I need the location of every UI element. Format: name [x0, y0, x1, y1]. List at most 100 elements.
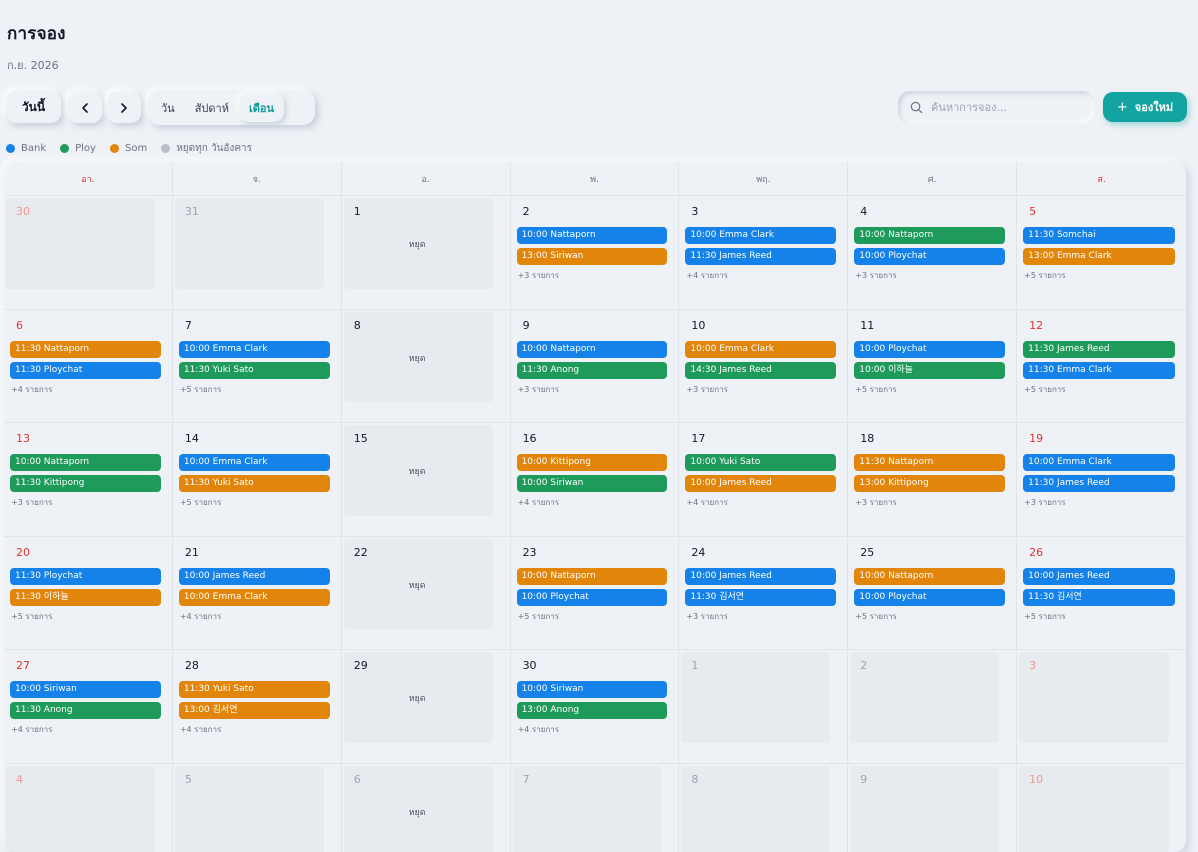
booking-chip[interactable]: 10:00 Nattaporn: [517, 341, 668, 358]
booking-chip[interactable]: 10:00 James Reed: [685, 475, 836, 492]
search-input[interactable]: [931, 101, 1081, 114]
day-cell[interactable]: 511:30 Somchai13:00 Emma Clark+5 รายการ: [1017, 196, 1186, 310]
tab-week-view[interactable]: สัปดาห์: [185, 93, 239, 122]
more-bookings-link[interactable]: +5 รายการ: [179, 496, 330, 509]
day-cell[interactable]: 7: [511, 764, 680, 852]
booking-chip[interactable]: 13:00 Anong: [517, 702, 668, 719]
day-cell[interactable]: 410:00 Nattaporn10:00 Ploychat+3 รายการ: [848, 196, 1017, 310]
day-cell[interactable]: 30: [4, 196, 173, 310]
booking-chip[interactable]: 11:30 James Reed: [1023, 341, 1175, 358]
day-cell[interactable]: 6หยุด: [342, 764, 511, 852]
booking-chip[interactable]: 11:30 김서연: [685, 589, 836, 606]
day-cell[interactable]: 2: [848, 650, 1017, 764]
booking-chip[interactable]: 10:00 Ploychat: [854, 248, 1005, 265]
more-bookings-link[interactable]: +3 รายการ: [685, 383, 836, 396]
tab-day-view[interactable]: วัน: [151, 93, 185, 122]
booking-chip[interactable]: 10:00 Emma Clark: [1023, 454, 1175, 471]
booking-chip[interactable]: 10:00 Emma Clark: [685, 227, 836, 244]
more-bookings-link[interactable]: +4 รายการ: [685, 269, 836, 282]
booking-chip[interactable]: 10:00 Ploychat: [517, 589, 668, 606]
day-cell[interactable]: 2610:00 James Reed11:30 김서연+5 รายการ: [1017, 537, 1186, 651]
booking-chip[interactable]: 10:00 James Reed: [179, 568, 330, 585]
booking-chip[interactable]: 13:00 김서연: [179, 702, 330, 719]
day-cell[interactable]: 31: [173, 196, 342, 310]
booking-chip[interactable]: 10:00 Ploychat: [854, 341, 1005, 358]
booking-chip[interactable]: 11:30 Anong: [517, 362, 668, 379]
booking-chip[interactable]: 10:00 Kittipong: [517, 454, 668, 471]
day-cell[interactable]: 5: [173, 764, 342, 852]
previous-month-button[interactable]: [68, 92, 102, 123]
day-cell[interactable]: 611:30 Nattaporn11:30 Ploychat+4 รายการ: [4, 310, 173, 424]
more-bookings-link[interactable]: +5 รายการ: [1023, 269, 1175, 282]
booking-chip[interactable]: 10:00 Ploychat: [854, 589, 1005, 606]
day-cell[interactable]: 1010:00 Emma Clark14:30 James Reed+3 ราย…: [679, 310, 848, 424]
day-cell[interactable]: 9: [848, 764, 1017, 852]
day-cell[interactable]: 310:00 Emma Clark11:30 James Reed+4 รายก…: [679, 196, 848, 310]
booking-chip[interactable]: 10:00 Nattaporn: [517, 227, 668, 244]
booking-chip[interactable]: 10:00 James Reed: [685, 568, 836, 585]
day-cell[interactable]: 29หยุด: [342, 650, 511, 764]
booking-chip[interactable]: 10:00 Emma Clark: [685, 341, 836, 358]
day-cell[interactable]: 22หยุด: [342, 537, 511, 651]
booking-chip[interactable]: 10:00 Emma Clark: [179, 589, 330, 606]
booking-chip[interactable]: 11:30 James Reed: [1023, 475, 1175, 492]
more-bookings-link[interactable]: +4 รายการ: [517, 723, 668, 736]
today-button[interactable]: วันนี้: [6, 91, 61, 123]
booking-chip[interactable]: 14:30 James Reed: [685, 362, 836, 379]
day-cell[interactable]: 1710:00 Yuki Sato10:00 James Reed+4 รายก…: [679, 423, 848, 537]
more-bookings-link[interactable]: +4 รายการ: [179, 610, 330, 623]
booking-chip[interactable]: 11:30 Yuki Sato: [179, 475, 330, 492]
booking-chip[interactable]: 10:00 Nattaporn: [854, 227, 1005, 244]
more-bookings-link[interactable]: +5 รายการ: [854, 383, 1005, 396]
day-cell[interactable]: 2710:00 Siriwan11:30 Anong+4 รายการ: [4, 650, 173, 764]
booking-chip[interactable]: 10:00 Emma Clark: [179, 454, 330, 471]
day-cell[interactable]: 1410:00 Emma Clark11:30 Yuki Sato+5 รายก…: [173, 423, 342, 537]
booking-chip[interactable]: 10:00 James Reed: [1023, 568, 1175, 585]
day-cell[interactable]: 4: [4, 764, 173, 852]
tab-month-view[interactable]: เดือน: [239, 93, 284, 122]
day-cell[interactable]: 710:00 Emma Clark11:30 Yuki Sato+5 รายกา…: [173, 310, 342, 424]
day-cell[interactable]: 2310:00 Nattaporn10:00 Ploychat+5 รายการ: [511, 537, 680, 651]
day-cell[interactable]: 2410:00 James Reed11:30 김서연+3 รายการ: [679, 537, 848, 651]
booking-chip[interactable]: 11:30 Ploychat: [10, 568, 161, 585]
booking-chip[interactable]: 11:30 Nattaporn: [854, 454, 1005, 471]
booking-chip[interactable]: 11:30 James Reed: [685, 248, 836, 265]
day-cell[interactable]: 2811:30 Yuki Sato13:00 김서연+4 รายการ: [173, 650, 342, 764]
booking-chip[interactable]: 11:30 Somchai: [1023, 227, 1175, 244]
day-cell[interactable]: 2510:00 Nattaporn10:00 Ploychat+5 รายการ: [848, 537, 1017, 651]
booking-chip[interactable]: 10:00 Nattaporn: [854, 568, 1005, 585]
day-cell[interactable]: 1หยุด: [342, 196, 511, 310]
more-bookings-link[interactable]: +3 รายการ: [685, 610, 836, 623]
day-cell[interactable]: 1610:00 Kittipong10:00 Siriwan+4 รายการ: [511, 423, 680, 537]
more-bookings-link[interactable]: +4 รายการ: [10, 383, 161, 396]
next-month-button[interactable]: [107, 92, 141, 123]
booking-chip[interactable]: 10:00 Siriwan: [10, 681, 161, 698]
booking-chip[interactable]: 11:30 Yuki Sato: [179, 681, 330, 698]
day-cell[interactable]: 3010:00 Siriwan13:00 Anong+4 รายการ: [511, 650, 680, 764]
booking-chip[interactable]: 11:30 이하늘: [10, 589, 161, 606]
more-bookings-link[interactable]: +5 รายการ: [1023, 383, 1175, 396]
booking-chip[interactable]: 13:00 Siriwan: [517, 248, 668, 265]
day-cell[interactable]: 15หยุด: [342, 423, 511, 537]
day-cell[interactable]: 1910:00 Emma Clark11:30 James Reed+3 ราย…: [1017, 423, 1186, 537]
new-booking-button[interactable]: + จองใหม่: [1103, 92, 1187, 122]
more-bookings-link[interactable]: +4 รายการ: [517, 496, 668, 509]
day-cell[interactable]: 1110:00 Ploychat10:00 이하늘+5 รายการ: [848, 310, 1017, 424]
day-cell[interactable]: 3: [1017, 650, 1186, 764]
day-cell[interactable]: 2110:00 James Reed10:00 Emma Clark+4 ราย…: [173, 537, 342, 651]
booking-chip[interactable]: 10:00 Siriwan: [517, 475, 668, 492]
more-bookings-link[interactable]: +5 รายการ: [10, 610, 161, 623]
booking-chip[interactable]: 11:30 Anong: [10, 702, 161, 719]
more-bookings-link[interactable]: +4 รายการ: [179, 723, 330, 736]
booking-chip[interactable]: 11:30 Ploychat: [10, 362, 161, 379]
booking-chip[interactable]: 11:30 Yuki Sato: [179, 362, 330, 379]
more-bookings-link[interactable]: +5 รายการ: [1023, 610, 1175, 623]
more-bookings-link[interactable]: +5 รายการ: [517, 610, 668, 623]
booking-chip[interactable]: 10:00 Nattaporn: [517, 568, 668, 585]
day-cell[interactable]: 2011:30 Ploychat11:30 이하늘+5 รายการ: [4, 537, 173, 651]
booking-chip[interactable]: 10:00 Siriwan: [517, 681, 668, 698]
more-bookings-link[interactable]: +3 รายการ: [517, 269, 668, 282]
day-cell[interactable]: 8หยุด: [342, 310, 511, 424]
more-bookings-link[interactable]: +4 รายการ: [10, 723, 161, 736]
day-cell[interactable]: 1: [679, 650, 848, 764]
